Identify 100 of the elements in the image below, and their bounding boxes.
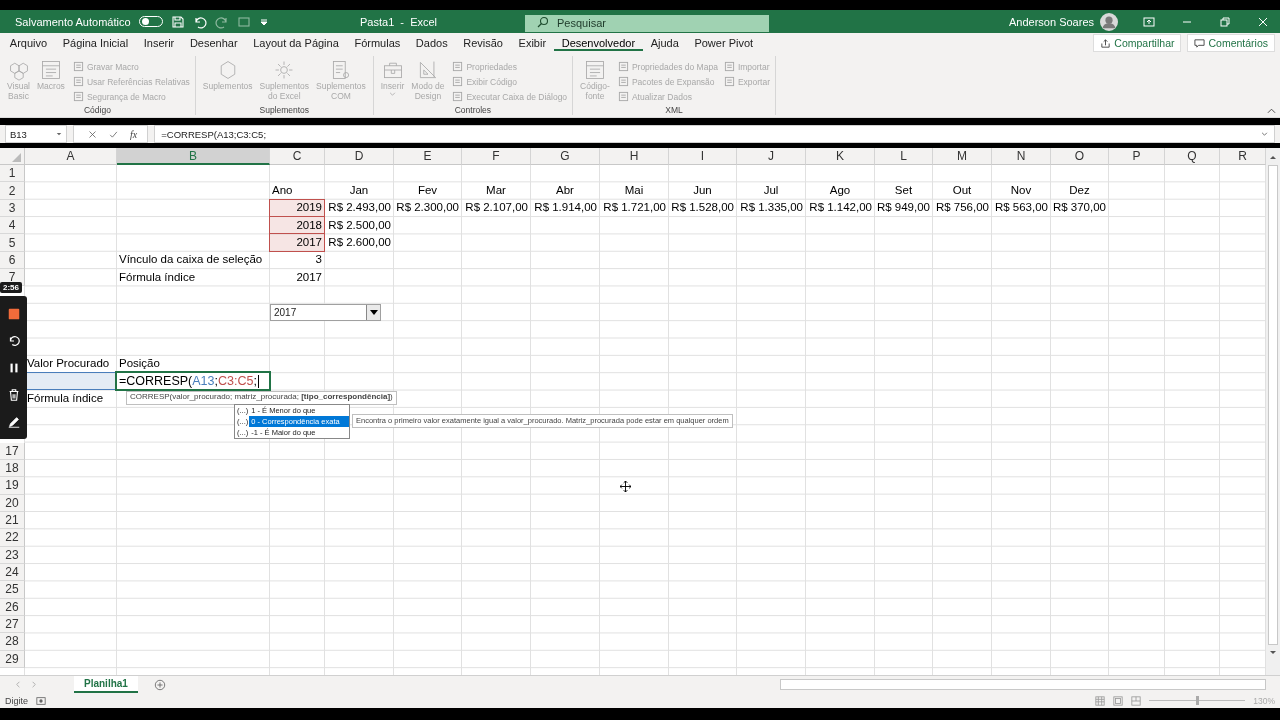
ribbon-tab[interactable]: Página Inicial xyxy=(54,35,136,51)
caret-icon[interactable] xyxy=(1261,132,1268,136)
table-cell: R$ 2.493,00 xyxy=(328,200,391,216)
redo-icon[interactable] xyxy=(214,14,229,29)
column-header[interactable]: J xyxy=(737,148,806,165)
vertical-scrollbar[interactable] xyxy=(1266,148,1280,675)
ribbon-tab[interactable]: Arquivo xyxy=(2,35,55,51)
group-title: Suplementos xyxy=(259,105,310,115)
cell-text: 2018 xyxy=(296,217,322,233)
window-icon xyxy=(39,59,62,81)
formula-field[interactable]: =CORRESP(A13;C3:C5; xyxy=(154,125,1275,143)
row-header[interactable]: 4 xyxy=(0,217,25,235)
caret-icon xyxy=(389,91,397,96)
function-tooltip: CORRESP(valor_procurado; matriz_procurada; [tipo_correspondência]) xyxy=(126,391,397,405)
customize-icon[interactable] xyxy=(258,16,269,27)
ribbon-tab[interactable]: Dados xyxy=(408,35,456,51)
ribbon-tab[interactable]: Layout da Página xyxy=(245,35,347,51)
ribbon-tab[interactable]: Power Pivot xyxy=(686,35,761,51)
page-layout-icon[interactable] xyxy=(1113,695,1124,706)
avatar-icon[interactable] xyxy=(1100,12,1118,31)
comment-icon xyxy=(1194,37,1206,49)
ribbon-tab[interactable]: Desenhar xyxy=(182,35,246,51)
timer-tooltip: 2:56 xyxy=(0,282,22,293)
column-header[interactable]: M xyxy=(933,148,992,165)
pen-icon[interactable] xyxy=(6,414,21,429)
table-cell: Jul xyxy=(763,183,779,198)
column-header[interactable]: I xyxy=(669,148,737,165)
ribbon-tab[interactable]: Desenvolvedor xyxy=(553,35,643,51)
table-cell: Ago xyxy=(829,183,851,198)
comments-button[interactable]: Comentários xyxy=(1187,34,1275,52)
row-header[interactable]: 22 xyxy=(0,529,25,547)
column-header[interactable]: A xyxy=(25,148,117,165)
document-icon xyxy=(617,91,629,102)
row-header[interactable]: 2 xyxy=(0,182,25,200)
table-cell: Mar xyxy=(486,183,506,198)
row-header[interactable]: 17 xyxy=(0,442,25,460)
row-header[interactable]: 5 xyxy=(0,234,25,252)
table-cell: R$ 1.528,00 xyxy=(671,200,734,216)
document-icon xyxy=(723,76,735,87)
cancel-icon[interactable] xyxy=(88,129,97,139)
collapse-ribbon-icon[interactable] xyxy=(1267,108,1276,114)
table-cell: R$ 1.721,00 xyxy=(603,200,666,216)
column-header[interactable]: L xyxy=(875,148,933,165)
row-header[interactable]: 28 xyxy=(0,633,25,651)
column-header[interactable]: K xyxy=(806,148,875,165)
document-icon xyxy=(617,76,629,87)
macro-record-icon[interactable] xyxy=(36,695,46,706)
add-sheet-icon[interactable] xyxy=(153,678,166,691)
search-icon xyxy=(537,16,549,28)
search-field[interactable]: Pesquisar xyxy=(525,14,769,32)
column-header[interactable]: E xyxy=(394,148,462,165)
column-header[interactable]: G xyxy=(531,148,600,165)
table-cell: R$ 1.142,00 xyxy=(809,200,872,216)
row-header[interactable]: 1 xyxy=(0,165,25,183)
autosave-label: Salvamento Automático xyxy=(15,15,131,28)
table-cell: 2017 xyxy=(296,269,322,285)
ribbon-tab[interactable]: Ajuda xyxy=(642,35,687,51)
column-header[interactable]: B xyxy=(117,148,270,165)
ribbon-tab[interactable]: Exibir xyxy=(510,35,554,51)
column-header[interactable]: F xyxy=(462,148,531,165)
restore-icon[interactable] xyxy=(1218,14,1232,29)
check-icon[interactable] xyxy=(109,129,118,139)
sheet-tab[interactable]: Planilha1 xyxy=(74,676,138,693)
ribbon-tab[interactable]: Revisão xyxy=(455,35,511,51)
table-cell: Abr xyxy=(556,183,574,198)
ribbon-tab[interactable]: Fórmulas xyxy=(346,35,409,51)
column-header[interactable]: C xyxy=(270,148,325,165)
column-header[interactable]: H xyxy=(600,148,669,165)
document-icon xyxy=(72,76,84,87)
document-icon xyxy=(452,91,464,102)
horizontal-scrollbar[interactable] xyxy=(780,679,1266,690)
column-header[interactable]: R xyxy=(1220,148,1266,165)
column-header[interactable]: O xyxy=(1051,148,1109,165)
column-header[interactable]: D xyxy=(325,148,394,165)
column-header[interactable]: Q xyxy=(1165,148,1220,165)
row-header[interactable]: 25 xyxy=(0,581,25,599)
save-icon[interactable] xyxy=(170,14,185,29)
ribbon-tab[interactable]: Inserir xyxy=(135,35,183,51)
share-button[interactable]: Compartilhar xyxy=(1093,34,1182,52)
group-title: Código xyxy=(83,105,111,115)
scrollbar-thumb[interactable] xyxy=(1268,165,1278,645)
row-header[interactable]: 19 xyxy=(0,477,25,495)
user-name[interactable]: Anderson Soares xyxy=(1009,15,1094,28)
normal-view-icon[interactable] xyxy=(1095,695,1106,706)
caret-icon[interactable] xyxy=(56,132,62,136)
combo-box[interactable]: 2017 xyxy=(270,304,381,321)
insert-function-button[interactable]: fx xyxy=(130,128,138,140)
column-header[interactable]: P xyxy=(1109,148,1165,165)
zoom-slider[interactable] xyxy=(1149,696,1246,705)
name-box[interactable]: B13 xyxy=(5,125,67,143)
share-icon xyxy=(1100,37,1112,49)
cell-text: 2019 xyxy=(296,200,322,216)
window-title: Pasta1 - Excel xyxy=(360,15,438,28)
column-header[interactable]: N xyxy=(992,148,1051,165)
editing-cell[interactable]: =CORRESP(A13;C3:C5; xyxy=(115,371,271,392)
stop-icon[interactable] xyxy=(6,306,21,321)
table-cell: Mai xyxy=(624,183,644,198)
table-cell: R$ 2.500,00 xyxy=(328,217,391,233)
ribbon-display-icon[interactable] xyxy=(1142,14,1156,29)
table-cell: R$ 2.107,00 xyxy=(465,200,528,216)
